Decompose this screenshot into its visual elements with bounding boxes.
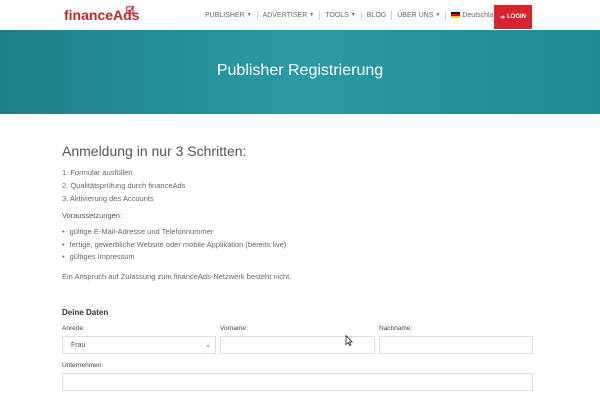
form-section-title: Deine Daten — [62, 308, 109, 317]
list-item: 3. Aktivierung des Accounts — [62, 194, 154, 203]
site-header: financeAds PUBLISHER ▼ ADVERTISER ▼ TOOLS ▼… — [0, 0, 600, 31]
sign-in-icon: ➜ — [499, 14, 506, 21]
salutation-value: Frau — [71, 341, 86, 349]
requirements-list: gültige E-Mail-Adresse und Telefonnummer… — [62, 226, 287, 264]
list-item: fertige, gewerbliche Website oder mobile… — [62, 239, 287, 252]
firstname-label: Vorname: — [220, 325, 248, 332]
steps-heading: Anmeldung in nur 3 Schritten: — [62, 143, 247, 159]
nav-divider — [391, 10, 393, 20]
nav-divider — [360, 10, 362, 20]
steps-list: 1. Formular ausfüllen 2. Qualitätsprüfun… — [62, 166, 185, 205]
caret-down-icon: ▼ — [246, 12, 252, 18]
company-input[interactable] — [62, 373, 533, 391]
nav-blog[interactable]: BLOG — [367, 12, 386, 19]
nav-tools[interactable]: TOOLS ▼ — [325, 12, 356, 19]
checkbox-logo-icon — [126, 5, 135, 14]
lastname-input[interactable] — [379, 336, 533, 354]
nav-divider — [319, 10, 321, 20]
caret-down-icon: ▼ — [350, 12, 356, 18]
nav-publisher[interactable]: PUBLISHER ▼ — [205, 12, 252, 19]
nav-divider — [256, 10, 258, 20]
german-flag-icon — [451, 12, 461, 18]
salutation-select[interactable]: Frau ⌄ — [62, 336, 216, 354]
chevron-down-icon: ⌄ — [205, 342, 211, 349]
caret-down-icon: ▼ — [435, 12, 441, 18]
salutation-label: Anrede: — [62, 325, 85, 332]
caret-down-icon: ▼ — [309, 12, 315, 18]
list-item: 1. Formular ausfüllen — [62, 168, 133, 177]
company-label: Unternehmen: — [62, 362, 104, 369]
list-item: 2. Qualitätsprüfung durch financeAds — [62, 181, 186, 190]
page-title: Publisher Registrierung — [216, 62, 384, 79]
list-item: gültige E-Mail-Adresse und Telefonnummer — [62, 226, 286, 239]
lastname-label: Nachname: — [379, 325, 413, 332]
main-nav: PUBLISHER ▼ ADVERTISER ▼ TOOLS ▼ BLOG ÜBER … — [205, 0, 508, 30]
text-cursor-icon — [345, 335, 353, 346]
list-item: gültiges Impressum — [62, 251, 286, 264]
nav-advertiser[interactable]: ADVERTISER ▼ — [263, 12, 315, 19]
nav-divider — [445, 10, 447, 20]
claim-note: Ein Anspruch auf Zulassung zum financeAd… — [62, 272, 292, 281]
nav-ueber-uns[interactable]: ÜBER UNS ▼ — [397, 12, 440, 19]
requirements-heading: Voraussetzungen: — [62, 211, 123, 220]
login-button[interactable]: ➜ LOGIN — [494, 5, 532, 29]
